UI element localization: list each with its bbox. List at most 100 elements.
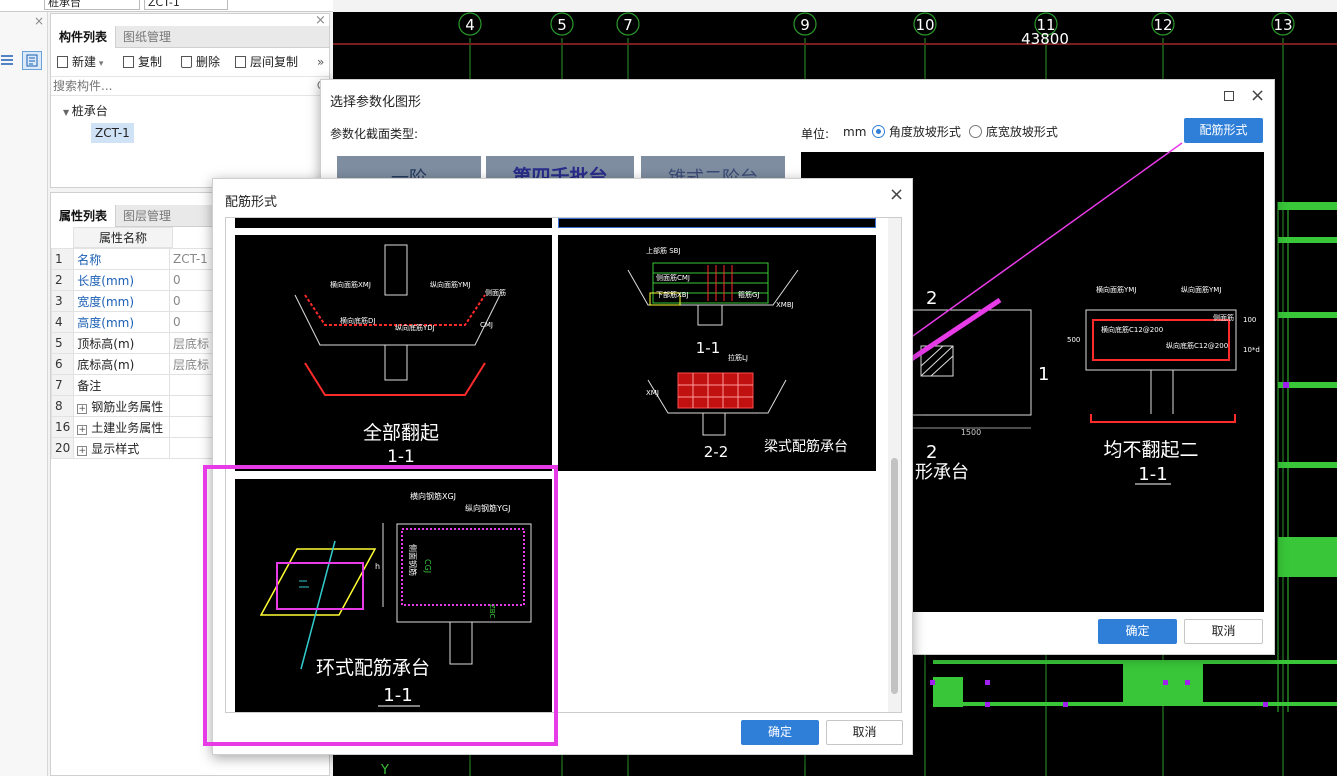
property-row[interactable]: 3 宽度(mm) 0 [50, 290, 214, 312]
search-input[interactable] [51, 77, 301, 95]
property-name: 顶标高(m) [73, 332, 170, 354]
collapse-arrow-icon[interactable]: ▼ [63, 108, 72, 117]
component-list-panel: × 构件列表 图纸管理 新建 ▾ 复制 删除 层间复制 » ▼ 桩承台 ZCT-… [50, 13, 330, 188]
unit-value: mm [843, 125, 867, 139]
row-number: 5 [50, 332, 75, 354]
rebar-option-all-turned-up[interactable]: 横向面筋XMJ 纵向面筋YMJ 横向底筋DJ 纵向底筋YDJ CMJ 侧面筋 全… [235, 235, 552, 471]
search-box[interactable] [51, 76, 329, 96]
svg-text:全部翻起: 全部翻起 [363, 422, 439, 444]
more-tools-button[interactable]: » [317, 52, 324, 72]
detail-view-icon[interactable] [22, 51, 42, 70]
svg-text:横向面筋XMJ: 横向面筋XMJ [330, 280, 371, 289]
rebar-option-beam-type[interactable]: 上部筋 SBJ 侧面筋CMJ 下部筋XBJ 箍筋GJ XMBJ 1-1 拉筋LJ… [558, 235, 876, 471]
svg-text:2-2: 2-2 [704, 443, 729, 461]
property-row[interactable]: 1 名称 ZCT-1 [50, 248, 214, 270]
left-navigation-strip: × [0, 0, 48, 776]
axis-label: 7 [623, 16, 633, 34]
svg-text:1-1: 1-1 [387, 447, 415, 467]
param-cancel-button[interactable]: 取消 [1184, 619, 1263, 644]
property-header: 属性名称 [73, 227, 173, 248]
property-value[interactable]: 0 [168, 290, 214, 312]
rebar-form-button[interactable]: 配筋形式 [1184, 118, 1263, 143]
close-icon[interactable]: × [34, 14, 44, 28]
svg-text:10*d: 10*d [1243, 346, 1260, 354]
tab-layer-management[interactable]: 图层管理 [115, 205, 179, 227]
tab-drawing-management[interactable]: 图纸管理 [115, 26, 179, 48]
property-row[interactable]: 5 顶标高(m) 层底标 [50, 332, 214, 354]
svg-text:下部筋XBJ: 下部筋XBJ [656, 290, 689, 299]
new-button[interactable]: 新建 ▾ [57, 52, 103, 72]
rebar-ok-button[interactable]: 确定 [741, 720, 819, 745]
property-value[interactable] [168, 374, 214, 396]
property-name: 宽度(mm) [73, 290, 170, 312]
property-row[interactable]: 16 + 土建业务属性 [50, 416, 214, 438]
highlight-box [203, 465, 558, 746]
property-name-text: 宽度(mm) [77, 294, 135, 309]
close-icon[interactable]: × [889, 184, 904, 205]
delete-button[interactable]: 删除 [181, 52, 220, 72]
property-name: + 土建业务属性 [73, 416, 170, 438]
y-axis-label: Y [380, 763, 389, 776]
scrollbar-thumb[interactable] [891, 458, 898, 694]
layer-copy-button[interactable]: 层间复制 [235, 52, 298, 72]
property-value[interactable] [168, 395, 214, 417]
svg-text:均不翻起二: 均不翻起二 [1103, 439, 1198, 461]
property-value[interactable]: 0 [168, 311, 214, 333]
param-ok-button[interactable]: 确定 [1098, 619, 1177, 644]
layer-copy-icon [235, 56, 246, 68]
property-row[interactable]: 4 高度(mm) 0 [50, 311, 214, 333]
property-value[interactable] [168, 437, 214, 459]
close-icon[interactable]: × [1250, 85, 1265, 106]
expand-icon[interactable]: + [77, 445, 88, 456]
svg-text:XMBJ: XMBJ [776, 301, 794, 309]
expand-icon[interactable]: + [77, 403, 88, 414]
property-name: 底标高(m) [73, 353, 170, 375]
scrollbar-track[interactable] [888, 218, 901, 712]
category-select[interactable]: 桩承台 [44, 0, 140, 10]
expand-icon[interactable]: + [77, 424, 88, 435]
svg-text:纵向面筋YMJ: 纵向面筋YMJ [430, 280, 470, 289]
rebar-drawing: 上部筋 SBJ 侧面筋CMJ 下部筋XBJ 箍筋GJ XMBJ 1-1 拉筋LJ… [627, 246, 848, 461]
property-name: 备注 [73, 374, 170, 396]
component-select[interactable]: ZCT-1 [144, 0, 228, 10]
property-value[interactable]: 层底标 [168, 332, 214, 354]
tree-item-zct1[interactable]: ZCT-1 [91, 123, 134, 143]
maximize-icon[interactable] [1224, 91, 1234, 101]
property-row[interactable]: 6 底标高(m) 层底标 [50, 353, 214, 375]
radio-angle-slope[interactable]: 角度放坡形式 [872, 123, 961, 140]
radio-bottom-width-slope[interactable]: 底宽放坡形式 [969, 123, 1058, 140]
svg-text:拉筋LJ: 拉筋LJ [728, 353, 748, 362]
row-number: 6 [50, 353, 75, 375]
rebar-cancel-button[interactable]: 取消 [826, 720, 903, 745]
row-number: 1 [50, 248, 75, 270]
tab-property-list[interactable]: 属性列表 [51, 205, 117, 227]
property-name-text: 长度(mm) [77, 273, 135, 288]
property-row[interactable]: 20 + 显示样式 [50, 437, 214, 459]
row-number: 7 [50, 374, 75, 396]
property-name-text: 顶标高(m) [77, 336, 135, 351]
radio-unchecked-icon[interactable] [969, 125, 982, 138]
property-row[interactable]: 2 长度(mm) 0 [50, 269, 214, 291]
property-value[interactable] [168, 416, 214, 438]
property-value[interactable]: 0 [168, 269, 214, 291]
property-value[interactable]: 层底标 [168, 353, 214, 375]
axis-label: 5 [557, 16, 567, 34]
svg-text:500: 500 [1067, 336, 1080, 344]
trash-icon [181, 56, 192, 68]
list-view-icon[interactable] [0, 52, 14, 69]
tab-component-list[interactable]: 构件列表 [51, 26, 117, 48]
component-toolbar: 新建 ▾ 复制 删除 层间复制 » [51, 52, 329, 74]
svg-text:侧面筋CMJ: 侧面筋CMJ [656, 273, 690, 282]
svg-text:1: 1 [1038, 364, 1049, 385]
radio-checked-icon[interactable] [872, 125, 885, 138]
row-number: 3 [50, 290, 75, 312]
property-name-text: 名称 [77, 252, 102, 267]
property-value[interactable]: ZCT-1 [168, 248, 214, 270]
new-file-icon [57, 56, 68, 68]
property-row[interactable]: 8 + 钢筋业务属性 [50, 395, 214, 417]
copy-button[interactable]: 复制 [123, 52, 162, 72]
component-tabs: 构件列表 图纸管理 [51, 26, 329, 48]
property-row[interactable]: 7 备注 [50, 374, 214, 396]
svg-text:上部筋 SBJ: 上部筋 SBJ [646, 246, 681, 255]
tree-group[interactable]: ▼ 桩承台 [63, 102, 108, 119]
